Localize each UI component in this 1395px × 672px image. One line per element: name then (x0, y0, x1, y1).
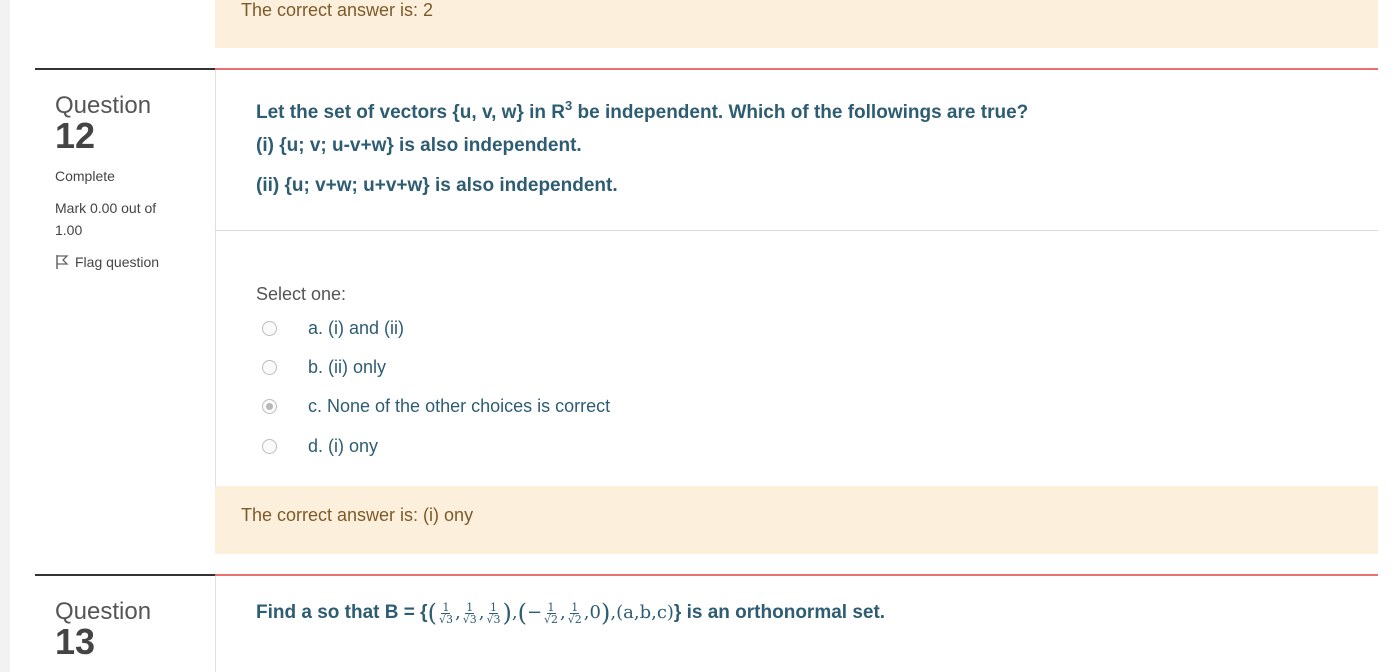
math-paren-close-1: ) (502, 599, 512, 627)
math-comma-1: , (454, 602, 461, 623)
question-13-set-expression: ( 1 √3 , 1 √3 , 1 √3 ) , ( − 1 √2 , 1 √2 , 0 … (428, 601, 674, 625)
previous-feedback-box: The correct answer is: 2 (215, 0, 1378, 48)
math-frac-5-num: 1 (570, 600, 580, 614)
math-minus: − (526, 602, 543, 623)
option-c[interactable]: c. None of the other choices is correct (262, 394, 610, 418)
option-c-radio[interactable] (262, 398, 277, 414)
question-12-mark-line2: 1.00 (55, 222, 83, 238)
option-a[interactable]: a. (i) and (ii) (262, 316, 404, 340)
select-one-prompt: Select one: (256, 284, 347, 304)
math-frac-1-num: 1 (441, 600, 451, 614)
quiz-review-page: The correct answer is: 2 Question 12 Com… (0, 0, 1395, 672)
question-12-mark-line1: Mark 0.00 out of (55, 200, 157, 216)
option-d-radio[interactable] (262, 438, 277, 454)
math-paren-open-1: ( (427, 599, 437, 627)
math-zero: 0 (589, 602, 601, 623)
question-12-feedback-box: The correct answer is: (i) ony (215, 486, 1378, 554)
math-frac-3-num: 1 (488, 600, 498, 614)
question-12-text-part-b: be independent. Which of the followings … (572, 102, 1029, 123)
question-12-text-line2: (i) {u; v; u-v+w} is also independent. (256, 135, 582, 156)
math-frac-4-den: √2 (544, 612, 559, 626)
flag-question-label: Flag question (75, 254, 160, 270)
question-13-text-prefix: Find a so that B = { (256, 602, 428, 623)
math-frac-4: 1 √2 (543, 602, 559, 625)
left-gutter (0, 0, 10, 672)
math-paren-close-2: ) (600, 599, 611, 627)
math-frac-1: 1 √3 (438, 602, 454, 625)
math-frac-3: 1 √3 (485, 602, 501, 625)
option-a-label[interactable]: a. (i) and (ii) (308, 318, 404, 339)
math-frac-2-num: 1 (465, 600, 475, 614)
question-12-state: Complete (55, 168, 115, 184)
option-d[interactable]: d. (i) ony (262, 434, 378, 458)
question-13-text-suffix: } is an orthonormal set. (673, 602, 886, 623)
question-12-info-rule (35, 68, 215, 70)
math-frac-2: 1 √3 (462, 602, 478, 625)
question-12-feedback-text: The correct answer is: (i) ony (241, 505, 474, 525)
option-a-radio[interactable] (262, 320, 277, 336)
option-b[interactable]: b. (ii) only (262, 355, 386, 379)
previous-feedback-text: The correct answer is: 2 (241, 0, 434, 20)
question-13-text: Find a so that B = { ( 1 √3 , 1 √3 , 1 √3 )… (256, 601, 885, 625)
option-d-label[interactable]: d. (i) ony (308, 436, 378, 457)
math-frac-1-den: √3 (438, 612, 453, 626)
question-12-text-line1: Let the set of vectors {u, v, w} in R3 b… (256, 94, 1028, 125)
math-frac-3-den: √3 (486, 612, 501, 626)
question-12-text-line3: (ii) {u; v+w; u+v+w} is also independent… (256, 175, 618, 196)
question-13-info-rule (35, 574, 215, 576)
flag-question-button[interactable]: Flag question (55, 254, 159, 270)
math-comma-4: , (560, 602, 566, 623)
math-frac-5: 1 √2 (567, 602, 583, 625)
question-12-divider (215, 230, 1378, 231)
question-13-number: 13 (55, 621, 96, 662)
question-12-number: 12 (55, 115, 96, 156)
math-frac-5-den: √2 (567, 612, 582, 626)
question-12-mark: Mark 0.00 out of 1.00 (55, 197, 156, 241)
math-frac-2-den: √3 (462, 612, 477, 626)
math-abc-vector: (a,b,c) (616, 602, 674, 623)
math-frac-4-num: 1 (546, 600, 556, 614)
option-b-label[interactable]: b. (ii) only (308, 357, 386, 378)
math-comma-2: , (478, 602, 485, 623)
question-12-text-part-a: Let the set of vectors {u, v, w} in R (256, 102, 565, 123)
math-paren-open-2: ( (517, 599, 527, 627)
option-b-radio[interactable] (262, 359, 277, 375)
flag-icon (55, 254, 69, 270)
question-12-content (215, 70, 1378, 486)
option-c-label[interactable]: c. None of the other choices is correct (308, 396, 610, 417)
